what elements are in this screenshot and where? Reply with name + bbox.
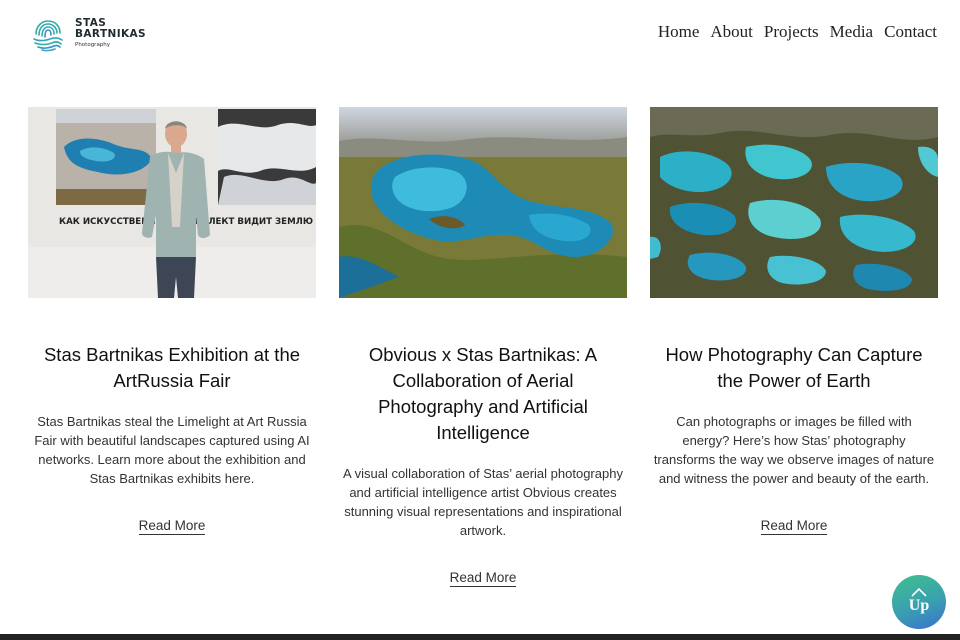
nav-projects[interactable]: Projects — [764, 22, 819, 42]
brand-tagline: Photography — [75, 42, 111, 48]
scroll-to-top-label: Up — [908, 597, 930, 614]
read-more-link[interactable]: Read More — [138, 518, 206, 535]
card-title[interactable]: Obvious x Stas Bartnikas: A Collaboratio… — [339, 342, 627, 446]
nav-home[interactable]: Home — [658, 22, 700, 42]
blog-card-power-of-earth: How Photography Can Capture the Power of… — [650, 107, 938, 535]
card-title[interactable]: Stas Bartnikas Exhibition at the ArtRuss… — [28, 342, 316, 394]
main-nav: Home About Projects Media Contact — [658, 22, 937, 42]
card-excerpt: Stas Bartnikas steal the Limelight at Ar… — [34, 414, 310, 486]
nav-about[interactable]: About — [710, 22, 753, 42]
chevron-up-icon — [911, 588, 927, 597]
aerial-lakes-photo[interactable] — [650, 107, 938, 298]
nav-media[interactable]: Media — [830, 22, 873, 42]
read-more-link[interactable]: Read More — [760, 518, 828, 535]
fingerprint-icon — [33, 20, 63, 52]
brand-logo[interactable]: STAS BARTNIKAS Photography — [28, 14, 146, 54]
brand-name-line2: BARTNIKAS — [75, 28, 147, 40]
read-more-link[interactable]: Read More — [449, 570, 517, 587]
scroll-to-top-button[interactable]: Up — [892, 575, 946, 629]
blog-card-exhibition: КАК ИСКУССТВЕННЫЙ ИНТЕЛЛЕКТ ВИДИТ ЗЕМЛЮ … — [28, 107, 316, 535]
footer-bar — [0, 634, 960, 640]
exhibition-photo[interactable]: КАК ИСКУССТВЕННЫЙ ИНТЕЛЛЕКТ ВИДИТ ЗЕМЛЮ — [28, 107, 316, 298]
nav-contact[interactable]: Contact — [884, 22, 937, 42]
card-excerpt: Can photographs or images be filled with… — [653, 414, 935, 486]
blog-card-obvious: Obvious x Stas Bartnikas: A Collaboratio… — [339, 107, 627, 587]
card-excerpt: A visual collaboration of Stas’ aerial p… — [343, 466, 623, 538]
site-header: STAS BARTNIKAS Photography Home About Pr… — [0, 0, 960, 70]
card-title[interactable]: How Photography Can Capture the Power of… — [650, 342, 938, 394]
aerial-lake-photo[interactable] — [339, 107, 627, 298]
